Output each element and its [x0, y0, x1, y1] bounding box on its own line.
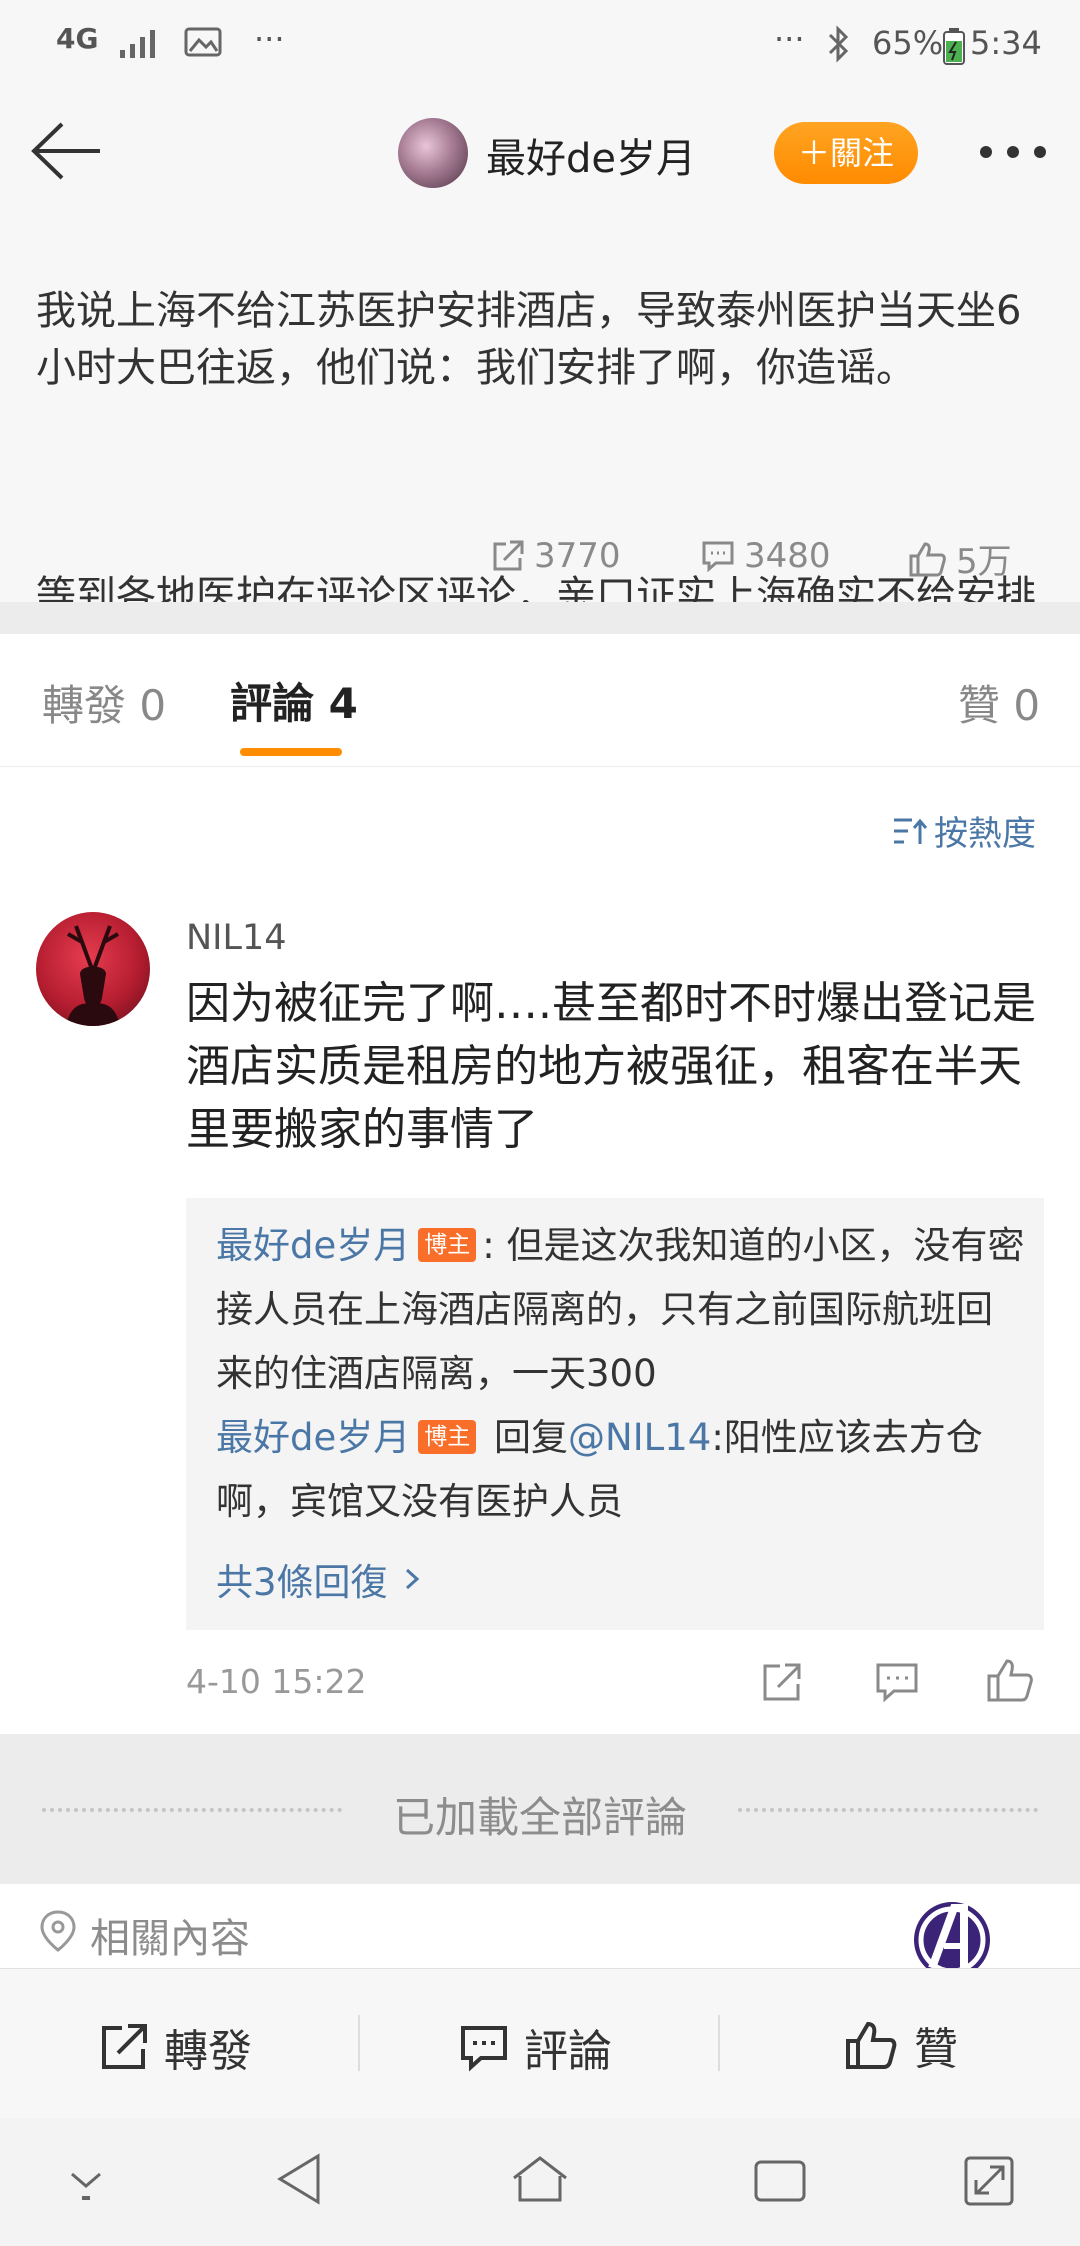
tab-bar: 轉發 0 評論 4 贊 0	[0, 634, 1080, 767]
comment-timestamp: 4-10 15:22	[186, 1662, 367, 1701]
repost-count: 3770	[534, 536, 621, 576]
view-all-replies-link[interactable]: 共3條回復	[216, 1552, 426, 1606]
post-comment-count[interactable]: 3480	[700, 536, 831, 576]
sort-label: 按熱度	[934, 814, 1036, 854]
thumbs-up-icon	[846, 2021, 897, 2069]
comment-label: 評論	[524, 2026, 612, 2077]
repost-label: 轉發	[164, 2026, 252, 2077]
avatar[interactable]	[398, 118, 468, 188]
mention-link[interactable]: @NIL14	[568, 1416, 711, 1459]
sort-icon	[894, 818, 928, 844]
all-loaded-label: 已加載全部評論	[392, 1793, 687, 1842]
location-pin-icon	[38, 1908, 78, 1954]
reply-item: 最好de岁月 博主 回复@NIL14:阳性应该去方仓啊，宾馆又没有医护人员	[216, 1406, 1026, 1534]
network-type: 4G	[56, 22, 99, 55]
comment-count: 3480	[744, 536, 831, 576]
commenter-avatar[interactable]	[36, 912, 150, 1026]
comment-text[interactable]: 因为被征完了啊….甚至都时不时爆出登记是酒店实质是租房的地方被强征，租客在半天里…	[186, 972, 1056, 1161]
back-nav-icon[interactable]	[274, 2152, 324, 2206]
repost-button[interactable]: 轉發	[98, 2015, 252, 2079]
tab-like[interactable]: 贊 0	[958, 672, 1040, 733]
top-header: 最好de岁月 ＋關注	[0, 90, 1080, 219]
comment-reply-icon[interactable]	[874, 1660, 920, 1704]
section-divider	[0, 602, 1080, 634]
divider-dots	[738, 1808, 1038, 1812]
more-menu-icon[interactable]	[978, 144, 1048, 160]
sort-toggle[interactable]: 按熱度	[892, 806, 1036, 855]
system-navigation-bar	[0, 2118, 1080, 2246]
deer-icon	[66, 925, 120, 1026]
tab-active-indicator	[240, 748, 342, 756]
bottom-action-bar: 轉發 評論 贊	[0, 1968, 1080, 2119]
comment-repost-icon[interactable]	[760, 1660, 804, 1704]
tab-repost[interactable]: 轉發 0	[42, 672, 166, 733]
repost-icon	[102, 2024, 147, 2069]
repost-icon	[493, 540, 524, 571]
reply-author[interactable]: 最好de岁月	[216, 1224, 410, 1267]
more-replies-label: 共3條回復	[216, 1561, 388, 1604]
comment-button[interactable]: 評論	[458, 2015, 612, 2079]
all-comments-loaded: 已加載全部評論	[0, 1734, 1080, 1884]
thumbs-up-icon	[909, 541, 946, 576]
clock: 5:34	[970, 24, 1042, 62]
follow-button[interactable]: ＋關注	[774, 122, 918, 184]
header-username[interactable]: 最好de岁月	[486, 126, 696, 184]
separator	[358, 2015, 360, 2071]
author-badge: 博主	[418, 1227, 477, 1262]
battery-icon	[942, 28, 966, 66]
like-label: 贊	[914, 2024, 958, 2075]
post-repost-count[interactable]: 3770	[490, 536, 621, 576]
author-badge: 博主	[418, 1419, 477, 1454]
signal-icon	[118, 26, 162, 60]
post-body: 我说上海不给江苏医护安排酒店，导致泰州医护当天坐6小时大巴往返，他们说：我们安排…	[0, 218, 1080, 676]
image-icon	[184, 26, 222, 58]
related-content-label: 相關內容	[90, 1916, 250, 1962]
reply-author[interactable]: 最好de岁月	[216, 1416, 410, 1459]
post-like-count[interactable]: 5万	[908, 534, 1012, 583]
avengers-logo-icon[interactable]	[910, 1884, 994, 1968]
tab-comment[interactable]: 評論 4	[230, 670, 358, 731]
post-paragraph-1: 我说上海不给江苏医护安排酒店，导致泰州医护当天坐6小时大巴往返，他们说：我们安排…	[36, 288, 1022, 391]
comment-icon	[461, 2026, 507, 2072]
related-content-bar[interactable]: 相關內容	[0, 1884, 1080, 1968]
commenter-name[interactable]: NIL14	[186, 918, 287, 958]
reply-preview-box[interactable]: 最好de岁月 博主: 但是这次我知道的小区，没有密接人员在上海酒店隔离的，只有之前…	[186, 1198, 1044, 1630]
back-arrow-icon[interactable]	[28, 118, 104, 184]
reply-prefix: 回复	[482, 1416, 569, 1459]
recent-apps-icon[interactable]	[752, 2158, 808, 2204]
status-bar: 4G ··· ··· 65% 5:34	[0, 0, 1080, 90]
home-icon[interactable]	[510, 2152, 570, 2206]
notification-more: ···	[254, 20, 285, 58]
reply-item: 最好de岁月 博主: 但是这次我知道的小区，没有密接人员在上海酒店隔离的，只有之前…	[216, 1214, 1026, 1406]
battery-percent: 65%	[872, 24, 944, 62]
status-more: ···	[774, 20, 805, 58]
like-count: 5万	[956, 542, 1012, 582]
comment-like-icon[interactable]	[986, 1656, 1036, 1704]
chevron-right-icon	[405, 1568, 419, 1590]
separator	[718, 2015, 720, 2071]
bluetooth-icon	[826, 24, 852, 64]
comment-icon	[702, 541, 734, 573]
like-button[interactable]: 贊	[844, 2013, 958, 2077]
hide-keyboard-icon[interactable]	[64, 2164, 108, 2204]
expand-icon[interactable]	[962, 2152, 1016, 2208]
